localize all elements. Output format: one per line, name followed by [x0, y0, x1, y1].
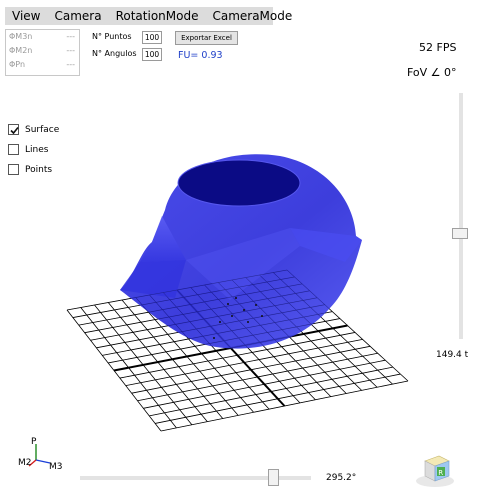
- surface-checkbox[interactable]: [8, 124, 19, 135]
- check-icon: [10, 126, 19, 135]
- angle-value: 295.2°: [326, 473, 357, 483]
- readout-value: ---: [66, 46, 75, 55]
- axis-m2-label: M2: [18, 458, 32, 468]
- axial-load-slider-track[interactable]: [459, 93, 463, 339]
- export-excel-button[interactable]: Exportar Excel: [175, 31, 238, 45]
- readout-row-p: ΦPn ---: [6, 58, 79, 72]
- puntos-input[interactable]: 100: [142, 31, 162, 44]
- fov-readout: FoV ∠ 0°: [407, 66, 457, 79]
- readout-row-m2: ΦM2n ---: [6, 44, 79, 58]
- angulos-input[interactable]: 100: [142, 48, 162, 61]
- readout-label: ΦPn: [9, 60, 26, 69]
- axis-m3-label: M3: [49, 462, 63, 472]
- menu-rotation-mode[interactable]: RotationMode: [109, 7, 206, 25]
- capacity-readout-box: ΦM3n --- ΦM2n --- ΦPn ---: [5, 29, 80, 76]
- surface-option[interactable]: Surface: [8, 124, 59, 135]
- readout-row-m3: ΦM3n ---: [6, 30, 79, 44]
- readout-label: ΦM2n: [9, 46, 33, 55]
- points-checkbox[interactable]: [8, 164, 19, 175]
- fu-value: FU= 0.93: [178, 50, 223, 61]
- view-cube-icon[interactable]: R: [413, 447, 461, 491]
- fps-counter: 52 FPS: [419, 41, 457, 54]
- menu-bar: View Camera RotationMode CameraMode: [5, 7, 292, 25]
- menu-view[interactable]: View: [5, 7, 47, 25]
- readout-value: ---: [66, 32, 75, 41]
- points-label: Points: [25, 164, 53, 175]
- svg-text:R: R: [438, 469, 443, 477]
- lines-checkbox[interactable]: [8, 144, 19, 155]
- menu-camera-mode[interactable]: CameraMode: [205, 7, 299, 25]
- points-option[interactable]: Points: [8, 164, 52, 175]
- lines-option[interactable]: Lines: [8, 144, 48, 155]
- readout-label: ΦM3n: [9, 32, 33, 41]
- puntos-label: N° Puntos: [92, 32, 132, 41]
- axial-load-value: 149.4 t: [436, 350, 469, 360]
- readout-value: ---: [66, 60, 75, 69]
- lines-label: Lines: [25, 144, 49, 155]
- axis-gizmo: P M2 M3: [18, 437, 63, 472]
- axis-p-label: P: [31, 437, 37, 447]
- surface-label: Surface: [25, 124, 60, 135]
- angulos-label: N° Angulos: [92, 49, 137, 58]
- angle-slider-thumb[interactable]: [268, 469, 279, 486]
- axial-load-slider-thumb[interactable]: [452, 228, 468, 239]
- menu-camera[interactable]: Camera: [47, 7, 108, 25]
